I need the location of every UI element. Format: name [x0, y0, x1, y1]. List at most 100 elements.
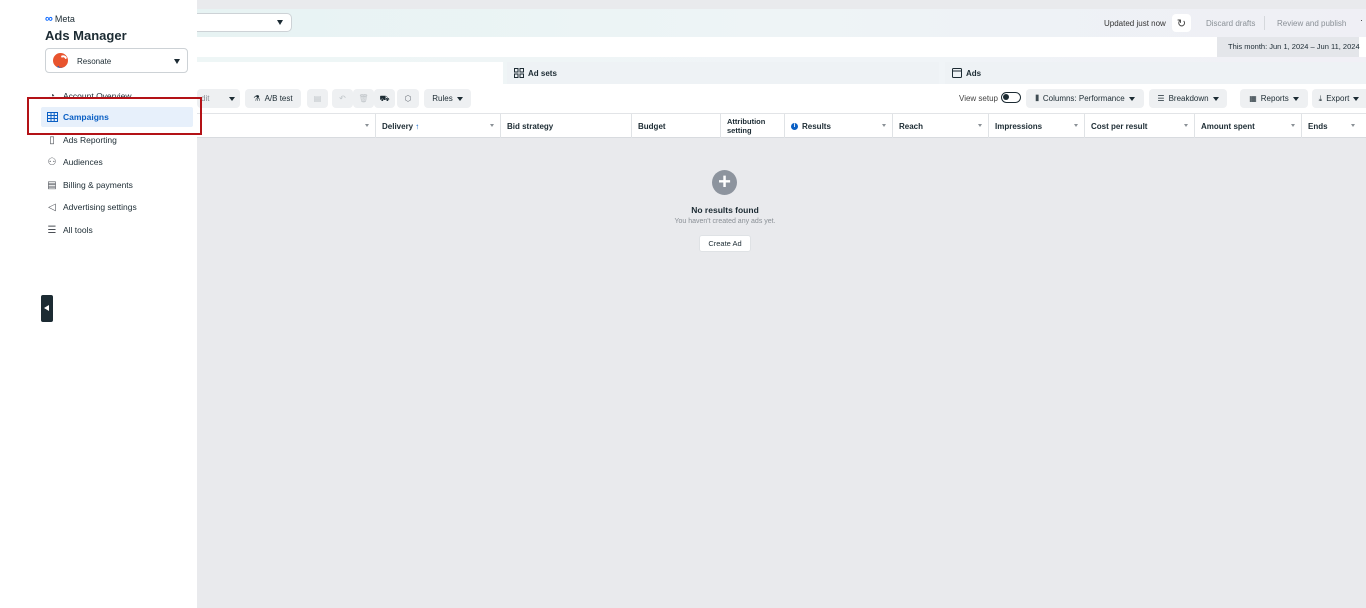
- tab-label: Ad sets: [528, 68, 557, 78]
- create-ad-button[interactable]: Create Ad: [699, 235, 751, 252]
- sidebar-item-all-tools[interactable]: ☰ All tools: [41, 220, 193, 240]
- sort-icon: [1074, 124, 1078, 127]
- meta-logo: ∞ Meta: [45, 13, 75, 25]
- date-range-picker[interactable]: This month: Jun 1, 2024 – Jun 11, 2024: [1217, 37, 1360, 57]
- sort-icon: [1291, 124, 1295, 127]
- account-selector[interactable]: Resonate: [45, 48, 188, 73]
- duplicate-button[interactable]: ▤: [307, 89, 328, 108]
- toolbar: dit ⚗ A/B test ▤ ↶ 🗑 ⛟ ⬡ Rules View setu…: [197, 84, 1366, 113]
- column-header-reach[interactable]: Reach: [892, 114, 988, 138]
- clipboard-icon: ▤: [313, 94, 322, 103]
- columns-button[interactable]: ⦀ Columns: Performance: [1026, 89, 1144, 108]
- updated-status: Updated just now: [1104, 19, 1166, 28]
- view-setup-label: View setup: [959, 94, 998, 103]
- delete-button[interactable]: 🗑: [353, 89, 374, 108]
- info-icon[interactable]: i: [791, 122, 798, 130]
- app-title: Ads Manager: [45, 28, 127, 43]
- column-header-cost-per-result[interactable]: Cost per result: [1084, 114, 1194, 138]
- table-header: Delivery ↑ Bid strategy Budget Attributi…: [197, 113, 1366, 138]
- column-label: Ends: [1308, 121, 1328, 131]
- sort-icon: [1351, 124, 1355, 127]
- column-header-name[interactable]: [197, 114, 375, 138]
- sort-icon: [978, 124, 982, 127]
- collapse-sidebar-button[interactable]: [41, 295, 53, 322]
- column-label: Bid strategy: [507, 121, 554, 131]
- sort-icon: [490, 124, 494, 127]
- reports-icon: ▦: [1249, 94, 1257, 103]
- chevron-down-icon: [1212, 96, 1219, 101]
- sidebar-item-label: Ads Reporting: [63, 135, 117, 145]
- chevron-down-icon: [174, 59, 180, 64]
- column-label: Results: [802, 121, 831, 131]
- meta-infinity-icon: ∞: [45, 13, 53, 25]
- sort-icon: [365, 124, 369, 127]
- sidebar-item-advertising-settings[interactable]: ◁ Advertising settings: [41, 197, 193, 217]
- more-icon[interactable]: ·: [1360, 15, 1363, 25]
- preview-icon: ⛟: [379, 93, 390, 103]
- tag-button[interactable]: ⬡: [397, 89, 419, 108]
- annotation-highlight: [27, 97, 202, 135]
- column-label: Budget: [638, 121, 666, 131]
- tab-label: Ads: [966, 68, 982, 78]
- empty-state-subtitle: You haven't created any ads yet.: [674, 218, 776, 225]
- scope-dropdown[interactable]: [197, 13, 292, 32]
- rules-label: Rules: [432, 94, 453, 103]
- flask-icon: ⚗: [253, 94, 261, 103]
- reports-label: Reports: [1260, 94, 1289, 103]
- view-setup-toggle[interactable]: [1001, 92, 1021, 103]
- export-button[interactable]: ⤓ Export: [1312, 89, 1366, 108]
- ad-icon: [952, 68, 962, 78]
- column-label: Attribution: [727, 117, 766, 126]
- undo-button[interactable]: ↶: [332, 89, 353, 108]
- column-label: setting: [727, 126, 752, 135]
- edit-button[interactable]: dit: [197, 89, 240, 108]
- tab-ad-sets[interactable]: Ad sets: [507, 62, 939, 84]
- sidebar-item-billing[interactable]: ▤ Billing & payments: [41, 175, 193, 195]
- column-label: Amount spent: [1201, 121, 1255, 131]
- preview-button[interactable]: ⛟: [374, 89, 395, 108]
- divider: [1264, 16, 1265, 30]
- empty-state-title: No results found: [691, 205, 759, 215]
- sidebar-item-label: Advertising settings: [63, 202, 137, 212]
- refresh-button[interactable]: ↻: [1172, 14, 1191, 32]
- billing-icon: ▤: [47, 179, 57, 191]
- breakdown-label: Breakdown: [1168, 94, 1209, 103]
- top-bar: Updated just now ↻ Discard drafts Review…: [197, 9, 1366, 37]
- trash-icon: 🗑: [358, 94, 369, 103]
- grid-icon: [514, 68, 524, 78]
- column-header-delivery[interactable]: Delivery ↑: [375, 114, 500, 138]
- edit-label: dit: [201, 94, 210, 103]
- ab-test-label: A/B test: [264, 94, 293, 103]
- chevron-down-icon: [1128, 96, 1135, 101]
- column-header-budget[interactable]: Budget: [631, 114, 720, 138]
- sort-icon: [882, 124, 886, 127]
- breakdown-icon: ☰: [1157, 94, 1165, 103]
- tab-ads[interactable]: Ads: [945, 62, 1366, 84]
- report-icon: ▯: [49, 134, 55, 146]
- column-header-amount-spent[interactable]: Amount spent: [1194, 114, 1301, 138]
- reports-button[interactable]: ▦ Reports: [1240, 89, 1308, 108]
- account-logo-icon: [53, 53, 68, 68]
- discard-drafts-button[interactable]: Discard drafts: [1206, 19, 1255, 28]
- column-label: Delivery: [382, 121, 414, 131]
- ab-test-button[interactable]: ⚗ A/B test: [245, 89, 301, 108]
- chevron-down-icon: [229, 96, 235, 101]
- column-label: Cost per result: [1091, 121, 1148, 131]
- people-icon: ⚇: [47, 156, 57, 168]
- sidebar-item-audiences[interactable]: ⚇ Audiences: [41, 152, 193, 172]
- column-header-ends[interactable]: Ends: [1301, 114, 1361, 138]
- sidebar-item-label: All tools: [63, 225, 93, 235]
- column-header-bid-strategy[interactable]: Bid strategy: [500, 114, 631, 138]
- column-header-attribution[interactable]: Attribution setting: [720, 114, 784, 138]
- sidebar-item-label: Audiences: [63, 157, 103, 167]
- column-label: Impressions: [995, 121, 1043, 131]
- breakdown-button[interactable]: ☰ Breakdown: [1149, 89, 1227, 108]
- account-name: Resonate: [77, 57, 112, 66]
- review-publish-button[interactable]: Review and publish: [1277, 19, 1346, 28]
- menu-icon: ☰: [47, 224, 57, 236]
- column-header-results[interactable]: i Results: [784, 114, 892, 138]
- rules-button[interactable]: Rules: [424, 89, 471, 108]
- column-header-impressions[interactable]: Impressions: [988, 114, 1084, 138]
- column-label: Reach: [899, 121, 924, 131]
- tab-campaigns[interactable]: [197, 62, 503, 84]
